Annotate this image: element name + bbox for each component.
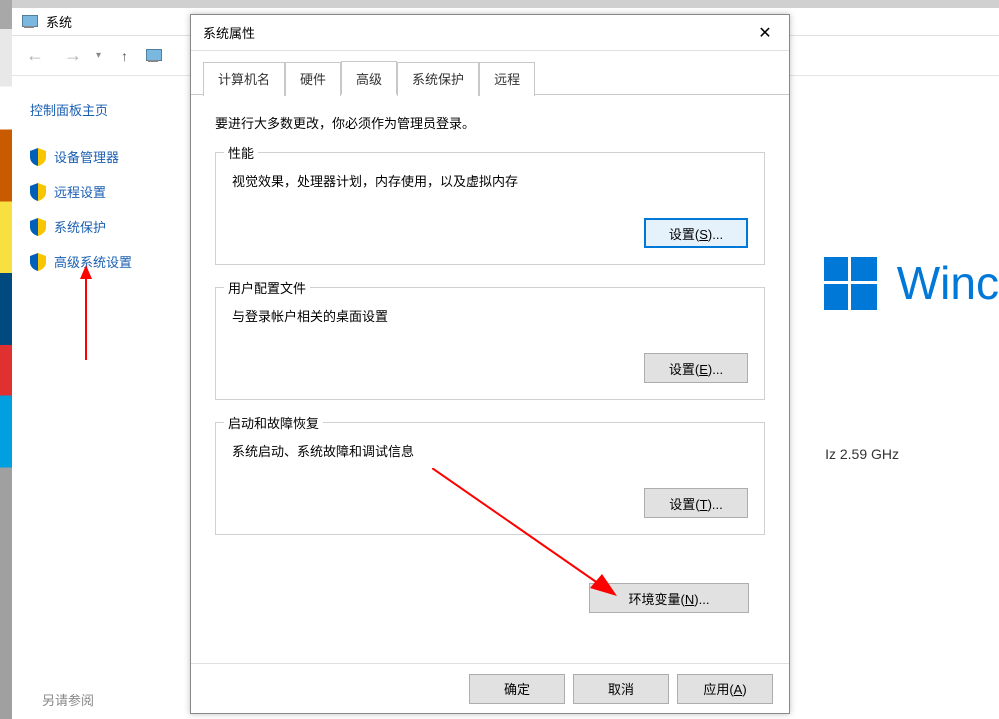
system-properties-dialog: 系统属性 ✕ 计算机名 硬件 高级 系统保护 远程 要进行大多数更改，你必须作为… — [190, 14, 790, 714]
sidebar-item-label: 系统保护 — [54, 217, 106, 236]
tab-hardware[interactable]: 硬件 — [285, 62, 341, 96]
startup-recovery-groupbox: 启动和故障恢复 系统启动、系统故障和调试信息 设置(T)... — [215, 422, 765, 535]
shield-icon — [30, 148, 46, 166]
tab-advanced[interactable]: 高级 — [341, 61, 397, 95]
dialog-button-bar: 确定 取消 应用(A) — [191, 663, 789, 713]
user-profiles-groupbox: 用户配置文件 与登录帐户相关的桌面设置 设置(E)... — [215, 287, 765, 400]
tab-strip: 计算机名 硬件 高级 系统保护 远程 — [191, 51, 789, 95]
close-button[interactable]: ✕ — [747, 19, 783, 47]
env-variables-row: 环境变量(N)... — [191, 575, 789, 621]
environment-variables-button[interactable]: 环境变量(N)... — [589, 583, 749, 613]
tab-content-advanced: 要进行大多数更改，你必须作为管理员登录。 性能 视觉效果，处理器计划，内存使用，… — [191, 95, 789, 575]
apply-button[interactable]: 应用(A) — [677, 674, 773, 704]
left-color-strip — [0, 0, 12, 719]
dialog-titlebar: 系统属性 ✕ — [191, 15, 789, 51]
user-profiles-desc: 与登录帐户相关的桌面设置 — [232, 306, 748, 325]
window-title: 系统 — [46, 12, 72, 31]
windows-logo-icon — [824, 257, 877, 310]
startup-recovery-desc: 系统启动、系统故障和调试信息 — [232, 441, 748, 460]
performance-settings-button[interactable]: 设置(S)... — [644, 218, 748, 248]
startup-recovery-settings-button[interactable]: 设置(T)... — [644, 488, 748, 518]
cancel-button[interactable]: 取消 — [573, 674, 669, 704]
tab-computer-name[interactable]: 计算机名 — [203, 62, 285, 96]
sidebar-item-label: 远程设置 — [54, 182, 106, 201]
startup-recovery-legend: 启动和故障恢复 — [224, 413, 323, 432]
see-also-label: 另请参阅 — [42, 690, 94, 709]
shield-icon — [30, 218, 46, 236]
back-icon[interactable]: ← — [22, 45, 48, 66]
sidebar-item-device-manager[interactable]: 设备管理器 — [30, 147, 174, 166]
performance-legend: 性能 — [224, 143, 258, 162]
performance-desc: 视觉效果，处理器计划，内存使用，以及虚拟内存 — [232, 171, 748, 190]
history-dropdown-icon[interactable]: ▾ — [92, 50, 105, 61]
sidebar-item-remote-settings[interactable]: 远程设置 — [30, 182, 174, 201]
close-icon: ✕ — [758, 23, 771, 43]
user-profiles-legend: 用户配置文件 — [224, 278, 310, 297]
dialog-title: 系统属性 — [203, 23, 255, 42]
windows-brand: Winc — [824, 256, 999, 310]
computer-icon — [20, 15, 38, 29]
path-computer-icon — [144, 49, 162, 63]
sidebar: 控制面板主页 设备管理器 远程设置 系统保护 高级系统设置 — [12, 76, 192, 311]
sidebar-item-system-protection[interactable]: 系统保护 — [30, 217, 174, 236]
up-icon[interactable]: ↑ — [117, 48, 132, 64]
shield-icon — [30, 253, 46, 271]
performance-groupbox: 性能 视觉效果，处理器计划，内存使用，以及虚拟内存 设置(S)... — [215, 152, 765, 265]
sidebar-item-label: 设备管理器 — [54, 147, 119, 166]
sidebar-title[interactable]: 控制面板主页 — [30, 100, 174, 119]
ok-button[interactable]: 确定 — [469, 674, 565, 704]
tab-remote[interactable]: 远程 — [479, 62, 535, 96]
shield-icon — [30, 183, 46, 201]
admin-note: 要进行大多数更改，你必须作为管理员登录。 — [215, 113, 765, 132]
tab-system-protection[interactable]: 系统保护 — [397, 62, 479, 96]
cpu-info: Iz 2.59 GHz — [825, 446, 899, 462]
user-profiles-settings-button[interactable]: 设置(E)... — [644, 353, 748, 383]
forward-icon[interactable]: → — [60, 45, 86, 66]
brand-text: Winc — [897, 256, 999, 310]
sidebar-item-label: 高级系统设置 — [54, 252, 132, 271]
sidebar-item-advanced-settings[interactable]: 高级系统设置 — [30, 252, 174, 271]
